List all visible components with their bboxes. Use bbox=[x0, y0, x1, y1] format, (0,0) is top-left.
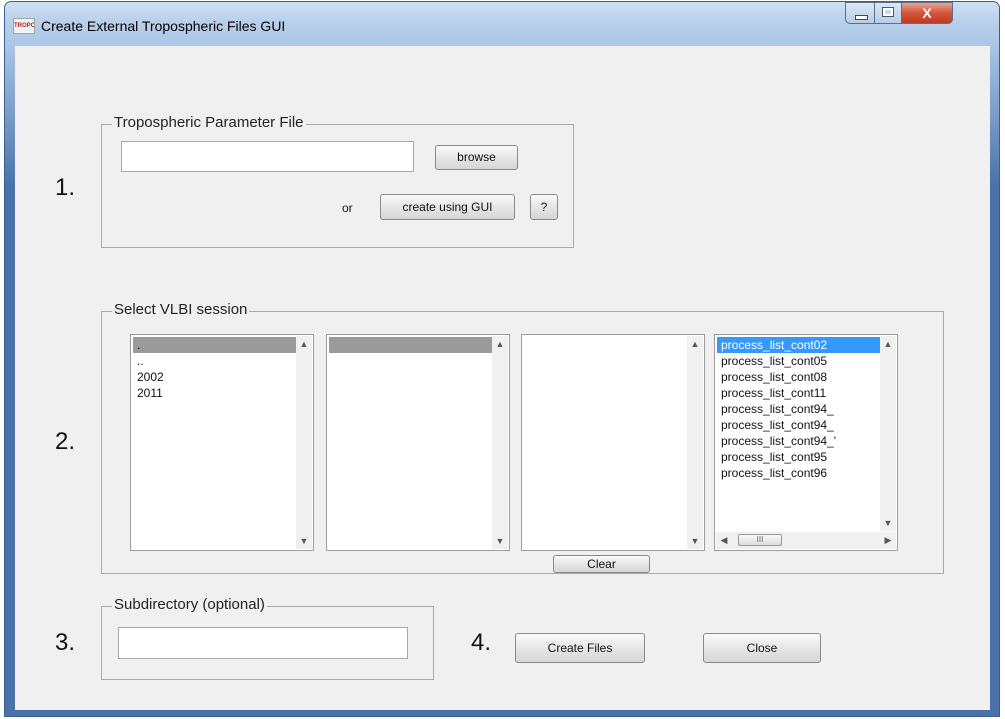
vertical-scrollbar[interactable]: ▲ ▼ bbox=[296, 336, 312, 549]
browse-button[interactable]: browse bbox=[435, 145, 518, 170]
scroll-up-icon[interactable]: ▲ bbox=[492, 336, 508, 352]
step-1-number: 1. bbox=[55, 174, 76, 201]
session-file-list[interactable]: ▲ ▼ bbox=[521, 334, 705, 551]
app-icon: TROPO bbox=[13, 18, 35, 34]
tropo-param-frame-title: Tropospheric Parameter File bbox=[112, 114, 306, 131]
close-icon: X bbox=[922, 5, 932, 21]
vlbi-session-frame-title: Select VLBI session bbox=[112, 301, 250, 318]
subdirectory-input[interactable] bbox=[118, 627, 408, 659]
app-window: TROPO Create External Tropospheric Files… bbox=[4, 1, 1000, 717]
step-2-number: 2. bbox=[55, 428, 76, 455]
scroll-right-icon[interactable]: ▶ bbox=[880, 532, 896, 549]
window-border-right bbox=[989, 46, 999, 186]
list-item[interactable]: process_list_cont11 bbox=[717, 385, 880, 401]
vlbi-session-frame: Select VLBI session . .. 2002 2011 ▲ ▼ ▲… bbox=[101, 301, 944, 574]
window-title: Create External Tropospheric Files GUI bbox=[41, 18, 286, 34]
client-area: 1. Tropospheric Parameter File browse or… bbox=[15, 46, 990, 710]
maximize-button[interactable] bbox=[874, 2, 902, 24]
clear-button[interactable]: Clear bbox=[553, 555, 650, 573]
vertical-scrollbar[interactable]: ▲ ▼ bbox=[687, 336, 703, 549]
minimize-button[interactable] bbox=[845, 2, 875, 24]
list-item[interactable]: . bbox=[133, 337, 296, 353]
close-button[interactable]: Close bbox=[703, 633, 821, 663]
year-dir-list[interactable]: . .. 2002 2011 ▲ ▼ bbox=[130, 334, 314, 551]
title-bar[interactable]: TROPO Create External Tropospheric Files… bbox=[5, 2, 999, 46]
maximize-icon bbox=[882, 7, 894, 17]
scroll-down-icon[interactable]: ▼ bbox=[880, 515, 896, 531]
list-item[interactable]: process_list_cont94_ bbox=[717, 401, 880, 417]
minimize-icon bbox=[855, 15, 868, 20]
step-4-number: 4. bbox=[471, 629, 492, 656]
step-3-number: 3. bbox=[55, 629, 76, 656]
list-item[interactable]: process_list_cont94_ bbox=[717, 417, 880, 433]
tropo-param-frame: Tropospheric Parameter File browse or cr… bbox=[101, 114, 574, 248]
create-files-button[interactable]: Create Files bbox=[515, 633, 645, 663]
or-label: or bbox=[342, 201, 353, 215]
window-border-left bbox=[5, 46, 15, 186]
process-list[interactable]: process_list_cont02 process_list_cont05 … bbox=[714, 334, 898, 551]
list-item[interactable]: process_list_cont95 bbox=[717, 449, 880, 465]
list-item[interactable]: process_list_cont05 bbox=[717, 353, 880, 369]
scroll-up-icon[interactable]: ▲ bbox=[687, 336, 703, 352]
close-window-button[interactable]: X bbox=[901, 2, 953, 24]
session-dir-list[interactable]: ▲ ▼ bbox=[326, 334, 510, 551]
list-item[interactable]: 2002 bbox=[133, 369, 296, 385]
horizontal-scrollbar[interactable]: ◀ III ▶ bbox=[716, 532, 896, 549]
help-button[interactable]: ? bbox=[530, 194, 558, 220]
vertical-scrollbar[interactable]: ▲ ▼ bbox=[492, 336, 508, 549]
list-item[interactable]: process_list_cont96 bbox=[717, 465, 880, 481]
scroll-thumb[interactable]: III bbox=[738, 534, 782, 546]
list-item[interactable]: process_list_cont02 bbox=[717, 337, 880, 353]
scroll-down-icon[interactable]: ▼ bbox=[296, 533, 312, 549]
scroll-up-icon[interactable]: ▲ bbox=[880, 336, 896, 352]
list-item[interactable]: process_list_cont94_' bbox=[717, 433, 880, 449]
scroll-left-icon[interactable]: ◀ bbox=[716, 532, 732, 549]
list-item[interactable]: process_list_cont08 bbox=[717, 369, 880, 385]
list-item[interactable] bbox=[329, 337, 492, 353]
scroll-down-icon[interactable]: ▼ bbox=[492, 533, 508, 549]
list-item[interactable]: .. bbox=[133, 353, 296, 369]
vertical-scrollbar[interactable]: ▲ ▼ bbox=[880, 336, 896, 531]
scroll-down-icon[interactable]: ▼ bbox=[687, 533, 703, 549]
create-using-gui-button[interactable]: create using GUI bbox=[380, 194, 515, 220]
scroll-up-icon[interactable]: ▲ bbox=[296, 336, 312, 352]
subdirectory-frame: Subdirectory (optional) bbox=[101, 596, 434, 680]
list-item[interactable]: 2011 bbox=[133, 385, 296, 401]
subdirectory-frame-title: Subdirectory (optional) bbox=[112, 596, 267, 613]
tropo-param-file-input[interactable] bbox=[121, 141, 414, 172]
